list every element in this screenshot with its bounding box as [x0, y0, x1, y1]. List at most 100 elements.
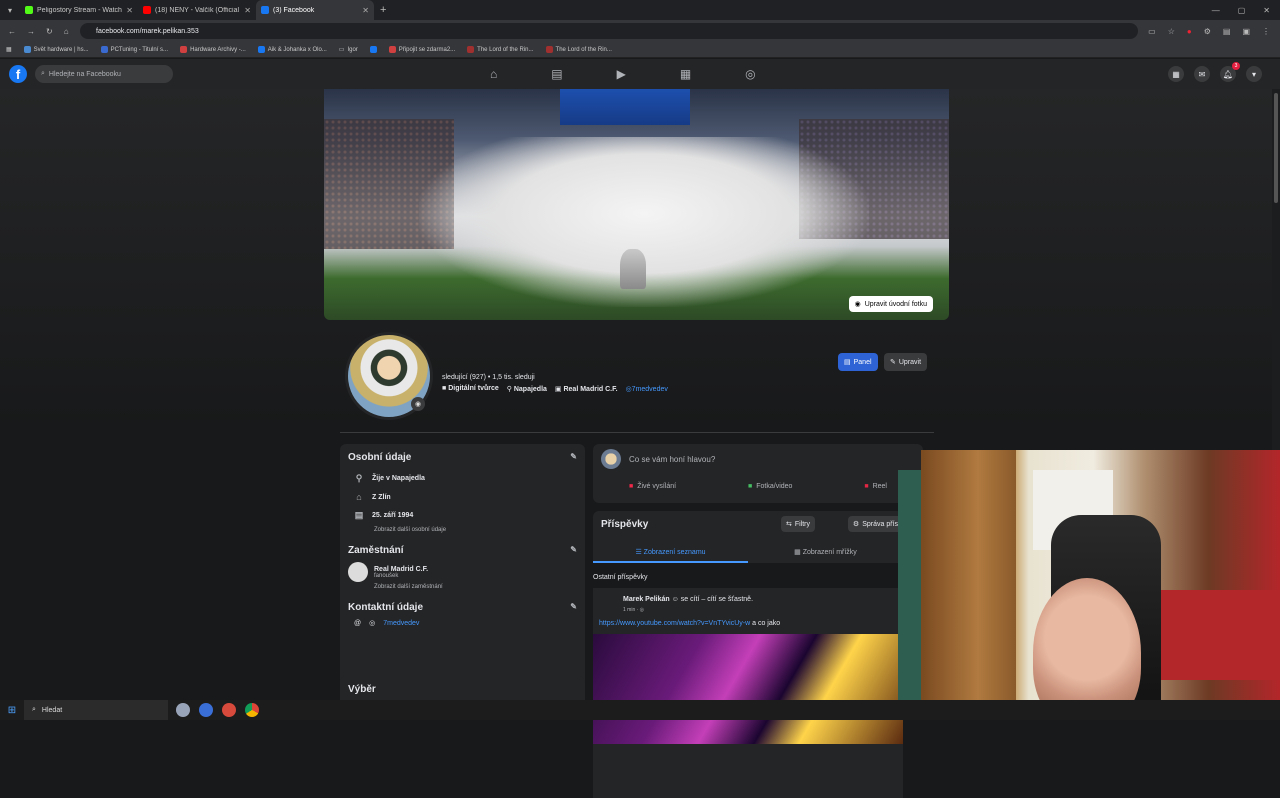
bookmark-item[interactable]: Hardware Archivy -...	[180, 46, 246, 53]
bookmark-item[interactable]: Svět hardware | hs...	[23, 46, 89, 53]
notifications-bell-icon[interactable]: 🔔︎ 3	[1220, 62, 1240, 82]
bookmark-favicon-icon	[100, 46, 108, 53]
video-nav-icon[interactable]: ▶	[617, 67, 626, 81]
post-text: https://www.youtube.com/watch?v=VnTYvicU…	[599, 620, 781, 627]
pages-nav-icon[interactable]: ▤	[551, 67, 562, 81]
bookmark-favicon-icon	[369, 46, 377, 53]
reel-button[interactable]: ■ Reel	[864, 483, 887, 490]
dashboard-icon: ▤	[844, 359, 851, 366]
forward-icon[interactable]: →	[27, 27, 35, 36]
profile-icon[interactable]: ▣	[1242, 27, 1250, 36]
cover-photo[interactable]: ◉ Upravit úvodní fotku	[324, 89, 949, 320]
windows-start-icon[interactable]: ⊞	[0, 705, 24, 716]
bookmark-item[interactable]: PCTuning - Titulní s...	[100, 46, 168, 53]
photo-video-button[interactable]: ■ Fotka/video	[748, 483, 792, 490]
panel-button[interactable]: ▤ Panel	[838, 353, 878, 371]
close-tab-icon[interactable]: ✕	[126, 6, 133, 15]
meta-instagram-link[interactable]: ◎7medvedev	[626, 385, 668, 393]
chrome-icon[interactable]	[245, 703, 259, 717]
app-icon[interactable]	[222, 703, 236, 717]
url-input[interactable]: facebook.com/marek.pelikan.353	[80, 23, 1139, 39]
meta-team: ▣ Real Madrid C.F.	[554, 386, 618, 393]
edit-avatar-camera-icon[interactable]: ◉	[411, 397, 425, 411]
edit-profile-button[interactable]: ✎ Upravit	[884, 353, 928, 371]
maximize-icon[interactable]: ▢	[1238, 6, 1246, 15]
app-icon[interactable]	[199, 703, 213, 717]
bookmark-item[interactable]: Připojit se zdarma2...	[388, 46, 455, 53]
browser-tab[interactable]: Peligostory Stream - Watch Liv ✕	[20, 0, 138, 20]
menu-grid-icon[interactable]: ▦	[1168, 66, 1184, 82]
back-icon[interactable]: ←	[8, 27, 16, 36]
close-tab-icon[interactable]: ✕	[244, 6, 251, 15]
edit-pencil-icon[interactable]: ✎	[570, 452, 577, 463]
apps-icon[interactable]: ▦	[6, 46, 12, 53]
url-text: facebook.com/marek.pelikan.353	[96, 27, 199, 35]
browser-tab[interactable]: (18) NENY - Valčík (Official ✕	[138, 0, 256, 20]
bookmark-item[interactable]	[369, 46, 377, 53]
bookmark-item[interactable]: The Lord of the Rin...	[545, 46, 612, 53]
edit-pencil-icon[interactable]: ✎	[570, 602, 577, 613]
scrollbar-thumb[interactable]	[1274, 93, 1278, 203]
home-icon[interactable]: ⌂	[64, 27, 69, 36]
facebook-search-input[interactable]: ⌕ Hledejte na Facebooku	[35, 65, 173, 83]
tab-groups-icon[interactable]: ▤	[1223, 27, 1231, 36]
post-composer: Co se vám honí hlavou? ■ Živé vysílání ■ F…	[593, 444, 923, 503]
manage-posts-button[interactable]: ⚙ Správa přís	[847, 516, 903, 532]
tab-search-icon[interactable]: ▾	[0, 6, 20, 15]
bookmark-star-icon[interactable]: ☆	[1168, 27, 1175, 36]
birthday-row: ▤ 25. září 1994	[354, 510, 414, 520]
bookmark-item[interactable]: Aik & Johanka x Olo...	[257, 46, 327, 53]
close-window-icon[interactable]: ✕	[1263, 6, 1270, 15]
app-icon[interactable]	[176, 703, 190, 717]
menu-dots-icon[interactable]: ⋮	[1262, 27, 1270, 36]
search-icon: ⌕	[41, 70, 45, 77]
filters-button[interactable]: ⇆ Filtry	[780, 516, 815, 532]
search-placeholder: Hledejte na Facebooku	[48, 70, 121, 78]
contact-title: Kontaktní údaje	[348, 602, 424, 613]
show-more-employment-link[interactable]: Zobrazit další zaměstnání	[348, 584, 577, 590]
edit-cover-photo-button[interactable]: ◉ Upravit úvodní fotku	[848, 296, 933, 312]
home-nav-icon[interactable]: ⌂	[490, 67, 497, 81]
meta-location: ⚲ Napajedla	[506, 386, 547, 393]
messenger-icon[interactable]: ✉	[1194, 66, 1210, 82]
taskbar-search-input[interactable]: ⌕ Hledat	[24, 700, 168, 720]
tab-grid-view[interactable]: ▦ Zobrazení mřížky	[748, 548, 903, 563]
edit-pencil-icon[interactable]: ✎	[570, 545, 577, 556]
reload-icon[interactable]: ↻	[46, 27, 53, 36]
follower-stats[interactable]: sledující (927) • 1,5 tis. sleduji	[442, 374, 535, 381]
privacy-globe-icon: ◎	[639, 607, 645, 613]
facebook-logo-icon[interactable]: f	[9, 65, 27, 83]
bookmark-folder[interactable]: ▭ Igor	[339, 46, 358, 54]
minimize-icon[interactable]: —	[1212, 6, 1220, 15]
post-author-line: Marek Pelikán ☺ se cítí – cítí se šťastn…	[623, 596, 753, 603]
side-panel-strip	[898, 470, 922, 700]
close-tab-icon[interactable]: ✕	[362, 6, 369, 15]
show-more-personal-link[interactable]: Zobrazit další osobní údaje	[348, 527, 577, 533]
composer-input[interactable]: Co se vám honí hlavou?	[601, 449, 715, 469]
nav-buttons: ← → ↻ ⌂	[0, 27, 80, 36]
employment-company[interactable]: Real Madrid C.F.	[374, 566, 428, 573]
marketplace-nav-icon[interactable]: ▦	[680, 67, 691, 81]
real-madrid-logo-icon	[348, 562, 368, 582]
post-author[interactable]: Marek Pelikán	[623, 596, 670, 603]
cover-banner	[560, 89, 690, 125]
gaming-nav-icon[interactable]: ◎	[745, 67, 755, 81]
extensions-puzzle-icon[interactable]: ⚙	[1204, 27, 1211, 36]
bookmark-item[interactable]: The Lord of the Rin...	[467, 46, 534, 53]
browser-tab-active[interactable]: (3) Facebook ✕	[256, 0, 374, 20]
cake-icon: ▤	[354, 510, 364, 520]
post-youtube-link[interactable]: https://www.youtube.com/watch?v=VnTYvicU…	[599, 620, 750, 627]
instagram-link[interactable]: 7medvedev	[383, 620, 419, 627]
new-tab-icon[interactable]: +	[380, 4, 386, 16]
cast-icon[interactable]: ▭	[1148, 27, 1156, 36]
post-video-thumbnail[interactable]	[593, 634, 903, 744]
tab-list-view[interactable]: ☰ Zobrazení seznamu	[593, 548, 748, 563]
webcam-bed	[1160, 590, 1280, 680]
extension-icon[interactable]: ●	[1187, 27, 1192, 36]
meta-category: ■ Digitální tvůrce	[442, 385, 499, 392]
bookmark-favicon-icon	[388, 46, 396, 53]
happy-face-icon: ☺	[671, 596, 681, 603]
account-chevron-icon[interactable]: ▾	[1246, 66, 1262, 82]
live-video-button[interactable]: ■ Živé vysílání	[629, 483, 676, 490]
cover-trophy	[620, 249, 646, 289]
